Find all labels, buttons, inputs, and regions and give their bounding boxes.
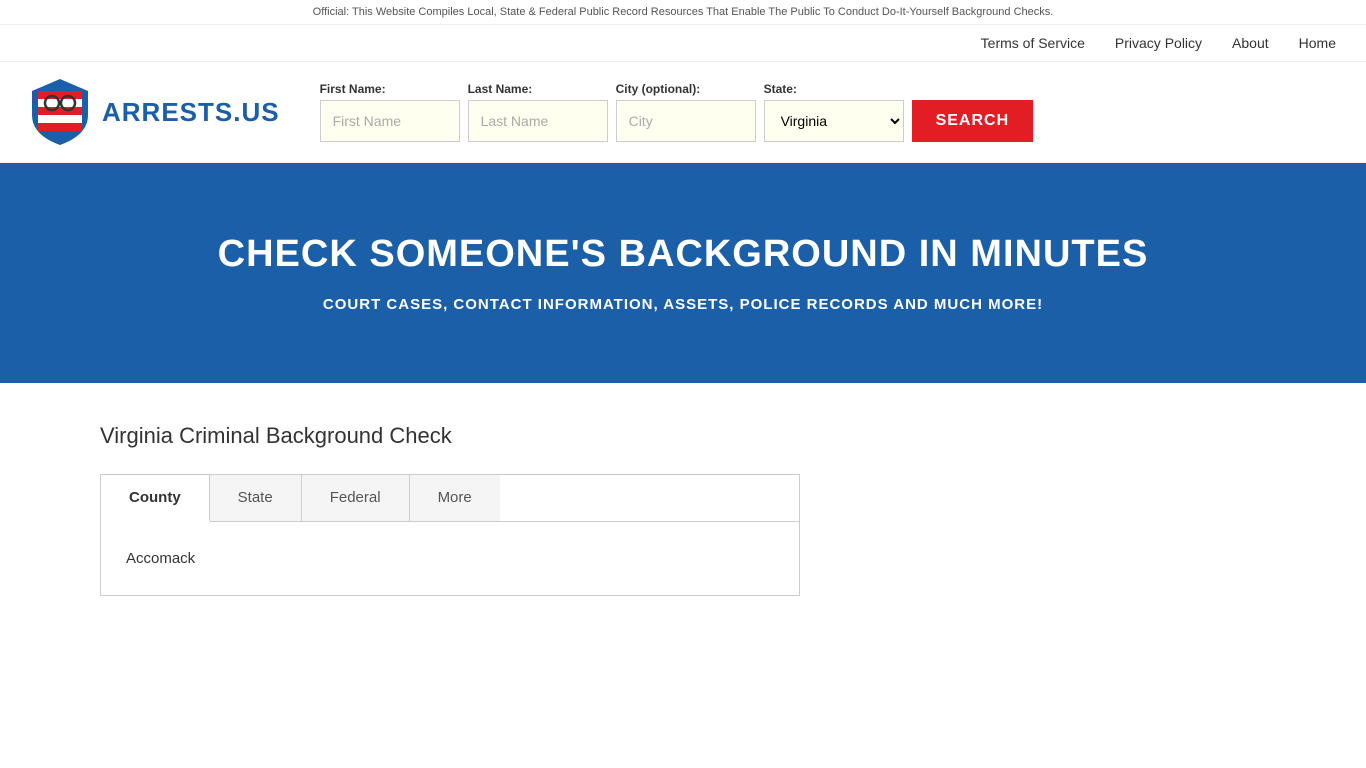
tab-content: Accomack (101, 522, 799, 595)
search-button[interactable]: SEARCH (912, 100, 1034, 142)
tabs-container: County State Federal More Accomack (100, 474, 800, 596)
logo-text: ARRESTS.US (102, 97, 280, 128)
logo-shield-icon (30, 77, 90, 147)
first-name-input[interactable] (320, 100, 460, 142)
state-label: State: (764, 82, 904, 96)
city-input[interactable] (616, 100, 756, 142)
state-select[interactable]: Select State Alabama Alaska Arizona Arka… (764, 100, 904, 142)
list-item[interactable]: Accomack (126, 542, 774, 575)
main-content: Virginia Criminal Background Check Count… (0, 383, 1366, 636)
city-field: City (optional): (616, 82, 756, 142)
state-field: State: Select State Alabama Alaska Arizo… (764, 82, 904, 142)
last-name-field: Last Name: (468, 82, 608, 142)
section-title: Virginia Criminal Background Check (100, 423, 1266, 449)
announcement-bar: Official: This Website Compiles Local, S… (0, 0, 1366, 25)
nav-terms[interactable]: Terms of Service (981, 35, 1085, 51)
first-name-label: First Name: (320, 82, 460, 96)
first-name-field: First Name: (320, 82, 460, 142)
top-nav: Terms of Service Privacy Policy About Ho… (0, 25, 1366, 62)
hero-subtitle: COURT CASES, CONTACT INFORMATION, ASSETS… (40, 296, 1326, 313)
tab-county[interactable]: County (101, 475, 210, 522)
search-form: First Name: Last Name: City (optional): … (320, 82, 1336, 142)
last-name-label: Last Name: (468, 82, 608, 96)
tab-state[interactable]: State (210, 475, 302, 521)
site-header: ARRESTS.US First Name: Last Name: City (… (0, 62, 1366, 163)
nav-about[interactable]: About (1232, 35, 1269, 51)
tabs-header: County State Federal More (101, 475, 799, 522)
tab-more[interactable]: More (410, 475, 500, 521)
nav-home[interactable]: Home (1299, 35, 1336, 51)
last-name-input[interactable] (468, 100, 608, 142)
hero-banner: CHECK SOMEONE'S BACKGROUND IN MINUTES CO… (0, 163, 1366, 383)
announcement-text: Official: This Website Compiles Local, S… (313, 6, 1054, 18)
nav-privacy[interactable]: Privacy Policy (1115, 35, 1202, 51)
logo-link[interactable]: ARRESTS.US (30, 77, 280, 147)
city-label: City (optional): (616, 82, 756, 96)
tab-federal[interactable]: Federal (302, 475, 410, 521)
hero-title: CHECK SOMEONE'S BACKGROUND IN MINUTES (40, 233, 1326, 276)
